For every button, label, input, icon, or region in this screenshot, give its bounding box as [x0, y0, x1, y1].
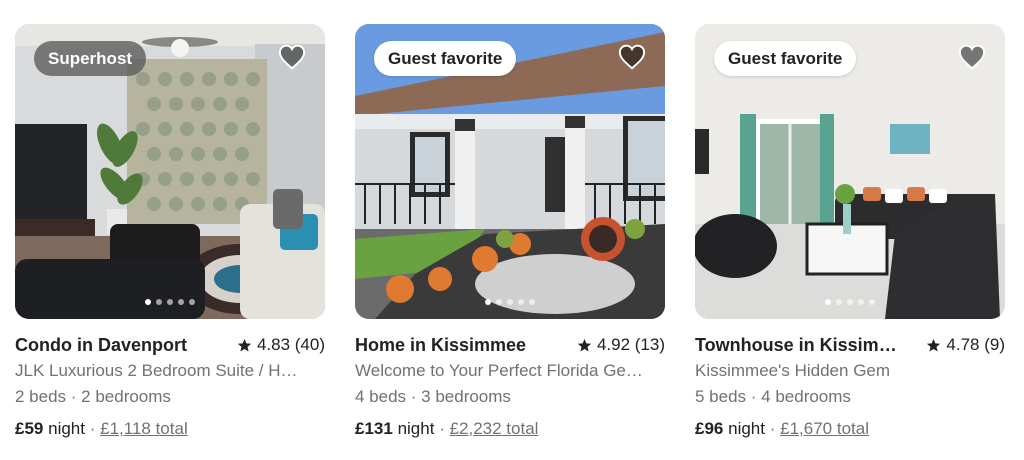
price-amount: £59 [15, 419, 44, 438]
star-icon [577, 338, 592, 351]
listing-price: £96 night · £1,670 total [695, 418, 1005, 440]
pagination-dot [167, 299, 173, 305]
pagination-dot [518, 299, 524, 305]
price-total-link[interactable]: £2,232 total [450, 419, 539, 438]
price-separator: · [439, 419, 445, 438]
pagination-dot [529, 299, 535, 305]
photo-pagination [355, 299, 665, 305]
rating-value: 4.83 [256, 335, 291, 354]
listing-photo[interactable]: Guest favorite [695, 24, 1005, 319]
listing-description: Welcome to Your Perfect Florida Getaway [355, 361, 645, 380]
star-icon [237, 338, 252, 351]
photo-pagination [15, 299, 325, 305]
listing-description: JLK Luxurious 2 Bedroom Suite / Heated P… [15, 361, 305, 380]
pagination-dot [485, 299, 491, 305]
price-total-link[interactable]: £1,670 total [780, 419, 869, 438]
pagination-dot [507, 299, 513, 305]
listing-description: Kissimmee's Hidden Gem [695, 361, 891, 380]
superhost-badge: Superhost [34, 41, 147, 76]
pagination-dot [847, 299, 853, 305]
rating-value: 4.78 [946, 335, 980, 354]
listing-price: £131 night · £2,232 total [355, 418, 665, 440]
listing-rating: 4.78 (9) [926, 335, 1005, 355]
pagination-dot [869, 299, 875, 305]
review-count: (40) [294, 335, 325, 354]
listing-photo[interactable]: Superhost [15, 24, 325, 319]
pagination-dot [496, 299, 502, 305]
price-separator: · [769, 419, 776, 438]
heart-icon[interactable] [278, 44, 306, 70]
pagination-dot [825, 299, 831, 305]
listing-grid: Superhost Condo in Davenport 4.83 (40) J… [0, 0, 1024, 460]
pagination-dot [836, 299, 842, 305]
pagination-dot [145, 299, 151, 305]
review-count: (9) [984, 335, 1005, 354]
pagination-dot [858, 299, 864, 305]
pagination-dot [178, 299, 184, 305]
rating-value: 4.92 [596, 335, 631, 354]
star-icon [927, 338, 941, 351]
listing-beds: 4 beds · 3 bedrooms [355, 387, 511, 406]
pagination-dot [156, 299, 162, 305]
guest-favorite-badge: Guest favorite [714, 41, 857, 76]
listing-price: £59 night · £1,118 total [15, 418, 325, 440]
price-amount: £96 [695, 419, 724, 438]
listing-info: Townhouse in Kissimmee 4.78 (9) Kissimme… [695, 334, 1005, 440]
listing-card[interactable]: Guest favorite Home in Kissimmee 4.92 (1… [355, 24, 665, 440]
listing-rating: 4.92 (13) [577, 335, 665, 355]
price-total-link[interactable]: £1,118 total [100, 419, 188, 438]
guest-favorite-badge: Guest favorite [374, 41, 517, 76]
heart-icon[interactable] [618, 44, 646, 70]
listing-info: Condo in Davenport 4.83 (40) JLK Luxurio… [15, 334, 325, 440]
price-separator: · [89, 419, 96, 438]
listing-card[interactable]: Guest favorite Townhouse in Kissimmee 4.… [695, 24, 1005, 440]
price-unit: night [397, 419, 435, 438]
listing-info: Home in Kissimmee 4.92 (13) Welcome to Y… [355, 334, 665, 440]
review-count: (13) [634, 335, 665, 354]
photo-pagination [695, 299, 1005, 305]
listing-rating: 4.83 (40) [237, 335, 325, 355]
listing-title: Townhouse in Kissimmee [695, 334, 905, 355]
listing-beds: 2 beds · 2 bedrooms [15, 387, 171, 406]
listing-title: Home in Kissimmee [355, 334, 527, 355]
listing-photo[interactable]: Guest favorite [355, 24, 665, 319]
price-unit: night [728, 419, 765, 438]
listing-beds: 5 beds · 4 bedrooms [695, 387, 851, 406]
listing-title: Condo in Davenport [15, 334, 187, 355]
listing-card[interactable]: Superhost Condo in Davenport 4.83 (40) J… [15, 24, 325, 440]
price-amount: £131 [355, 419, 393, 438]
price-unit: night [48, 419, 85, 438]
heart-icon[interactable] [958, 44, 986, 70]
pagination-dot [189, 299, 195, 305]
